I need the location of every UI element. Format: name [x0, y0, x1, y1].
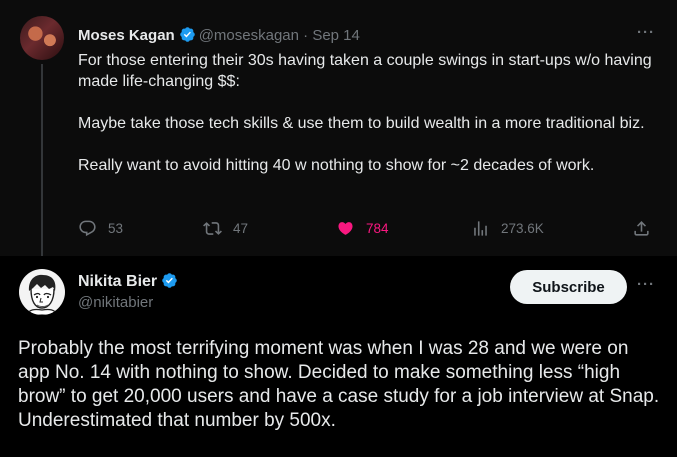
share-icon — [634, 221, 649, 236]
views-count: 273.6K — [501, 221, 544, 236]
tweet-date[interactable]: · Sep 14 — [303, 27, 360, 44]
repost-icon — [203, 222, 222, 235]
share-button[interactable] — [632, 219, 662, 238]
more-options-icon[interactable]: ··· — [637, 276, 655, 293]
author-name[interactable]: Nikita Bier — [78, 273, 157, 290]
tweet-text: Probably the most terrifying moment was … — [18, 338, 660, 431]
subscribe-button[interactable]: Subscribe — [510, 270, 627, 304]
repost-count: 47 — [233, 221, 249, 236]
tweet-paragraph: For those entering their 30s having take… — [78, 52, 652, 90]
tweet-paragraph: Really want to avoid hitting 40 w nothin… — [78, 157, 595, 174]
views-chart-icon — [474, 221, 487, 236]
verified-badge-icon — [179, 27, 195, 42]
author-handle[interactable]: @nikitabier — [78, 294, 153, 311]
tweet-paragraph: Maybe take those tech skills & use them … — [78, 115, 645, 132]
views-button[interactable]: 273.6K — [471, 219, 544, 238]
reply-count: 53 — [108, 221, 124, 236]
more-options-icon[interactable]: ··· — [637, 24, 655, 41]
thread-line — [41, 64, 43, 256]
tweet-text: For those entering their 30s having take… — [78, 50, 658, 197]
tweet-actions: 53 47 784 273.6K — [78, 219, 658, 243]
reply-button[interactable]: 53 — [78, 219, 123, 238]
tweet-header: Moses Kagan @moseskagan · Sep 14 — [78, 26, 360, 44]
main-tweet[interactable]: Nikita Bier @nikitabier Subscribe ··· Pr… — [0, 256, 677, 457]
reply-icon — [79, 220, 96, 237]
author-handle[interactable]: @moseskagan — [199, 27, 299, 44]
like-button[interactable]: 784 — [336, 219, 389, 238]
heart-icon — [338, 222, 353, 235]
avatar[interactable] — [19, 269, 65, 315]
repost-button[interactable]: 47 — [203, 219, 248, 238]
quoted-tweet[interactable]: Moses Kagan @moseskagan · Sep 14 ··· For … — [0, 0, 677, 256]
author-name-row: Nikita Bier — [78, 272, 181, 291]
cartoon-face-icon — [26, 274, 58, 315]
avatar[interactable] — [20, 16, 64, 60]
verified-badge-icon — [162, 273, 177, 288]
author-name[interactable]: Moses Kagan — [78, 27, 175, 44]
like-count: 784 — [366, 221, 389, 236]
